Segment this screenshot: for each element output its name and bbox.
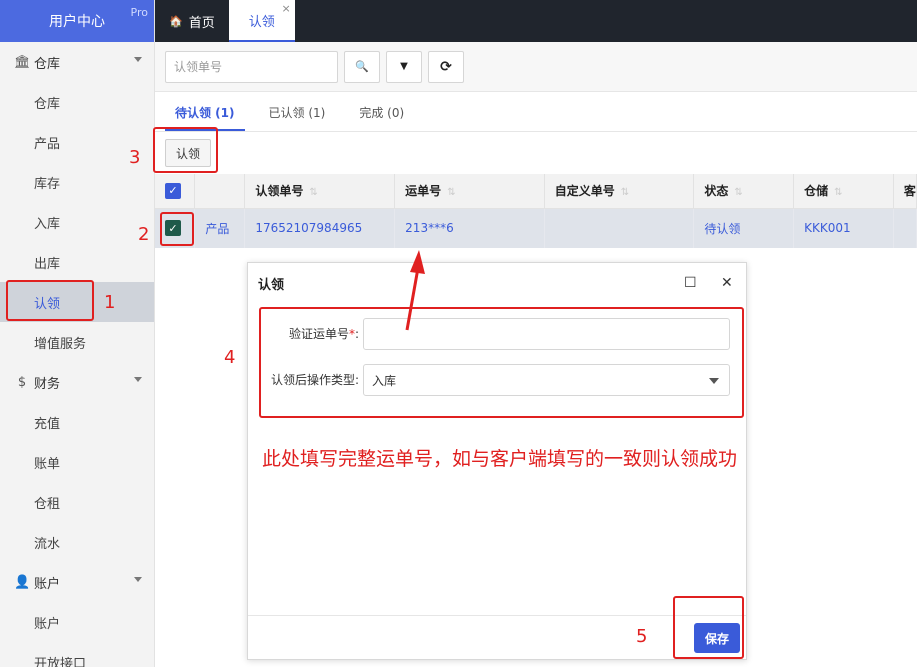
header-custom-no[interactable]: 自定义单号 ⇅	[544, 174, 695, 209]
column-label: 认领单号	[255, 184, 304, 199]
column-label: 自定义单号	[554, 184, 615, 199]
cell-customer	[893, 208, 917, 248]
sort-icon[interactable]: ⇅	[309, 187, 317, 198]
filter-button[interactable]: ▼	[386, 50, 422, 83]
user-icon: 👤	[14, 574, 31, 590]
header-claim-no[interactable]: 认领单号 ⇅	[244, 174, 396, 209]
status-tabs: 待认领 (1) 已认领 (1) 完成 (0)	[155, 92, 917, 132]
annotation-number-2: 2	[138, 224, 150, 245]
sort-icon[interactable]: ⇅	[447, 187, 455, 198]
close-icon[interactable]: ×	[282, 2, 291, 15]
annotation-box-5	[673, 596, 744, 659]
action-row: 认领	[155, 132, 917, 174]
chevron-down-icon	[134, 377, 142, 382]
cell-waybill: 213***6	[394, 208, 545, 248]
sidebar-group-label: 仓库	[34, 56, 61, 72]
table-row[interactable]: ✓ 产品 17652107984965 213***6 待认领 KKK001	[155, 208, 917, 248]
search-icon: 🔍	[355, 60, 369, 73]
chevron-down-icon	[134, 577, 142, 582]
search-input[interactable]: 认领单号	[165, 50, 338, 83]
column-label: 运单号	[405, 184, 442, 199]
filter-icon: ▼	[400, 61, 408, 72]
select-all-cell[interactable]: ✓	[155, 174, 196, 209]
sidebar-item-outbound[interactable]: 出库	[0, 242, 154, 282]
sort-icon[interactable]: ⇅	[621, 187, 629, 198]
sidebar-item-open-api[interactable]: 开放接口	[0, 642, 154, 667]
tab-home[interactable]: 🏠 首页	[155, 0, 229, 42]
cell-custom-no	[544, 208, 695, 248]
bank-icon: 🏛	[14, 54, 31, 70]
tab-claimed[interactable]: 已认领 (1)	[259, 104, 336, 131]
maximize-icon[interactable]: ☐	[684, 275, 697, 291]
claims-table: ✓ 认领单号 ⇅ 运单号 ⇅ 自定义单号 ⇅ 状态 ⇅ 仓储 ⇅ 客 ✓ 产品 17652…	[155, 174, 917, 248]
annotation-box-4	[259, 307, 744, 418]
dialog-header: 认领 ☐ ✕	[248, 263, 746, 303]
sidebar-item-value-added[interactable]: 增值服务	[0, 322, 154, 362]
annotation-number-1: 1	[104, 292, 116, 313]
sort-icon[interactable]: ⇅	[834, 187, 842, 198]
sort-icon[interactable]: ⇅	[734, 187, 742, 198]
header-status[interactable]: 状态 ⇅	[693, 174, 795, 209]
header-customer: 客	[893, 174, 917, 209]
sidebar-item-warehouse[interactable]: 仓库	[0, 82, 154, 122]
sidebar-group-account[interactable]: 👤 账户	[0, 562, 154, 602]
column-label: 状态	[704, 184, 729, 199]
tab-label: 认领	[248, 14, 275, 30]
instruction-note: 此处填写完整运单号，如与客户端填写的一致则认领成功	[262, 448, 738, 470]
cell-warehouse: KKK001	[793, 208, 894, 248]
sidebar-item-inbound[interactable]: 入库	[0, 202, 154, 242]
sidebar-item-recharge[interactable]: 充值	[0, 402, 154, 442]
column-label: 仓储	[804, 184, 829, 199]
sidebar-item-account[interactable]: 账户	[0, 602, 154, 642]
top-tab-bar: 🏠 首页 认领 ×	[155, 0, 917, 42]
cell-type: 产品	[194, 208, 246, 248]
close-icon[interactable]: ✕	[721, 275, 733, 291]
sidebar: 用户中心 Pro 🏛 仓库 仓库 产品 库存 入库 出库 认领 增值服务 $ 财…	[0, 0, 155, 667]
annotation-number-5: 5	[636, 626, 648, 647]
search-toolbar: 认领单号 🔍 ▼ ⟳	[155, 42, 917, 92]
sidebar-group-label: 账户	[34, 576, 61, 592]
sidebar-item-bill[interactable]: 账单	[0, 442, 154, 482]
header-warehouse[interactable]: 仓储 ⇅	[793, 174, 894, 209]
annotation-number-3: 3	[129, 147, 141, 168]
annotation-box-2	[160, 212, 194, 246]
sidebar-group-finance[interactable]: $ 财务	[0, 362, 154, 402]
annotation-number-4: 4	[224, 347, 236, 368]
header-waybill[interactable]: 运单号 ⇅	[394, 174, 545, 209]
cell-status: 待认领	[693, 208, 795, 248]
pro-badge: Pro	[130, 6, 148, 19]
annotation-box-1	[6, 280, 94, 321]
select-all-checkbox[interactable]: ✓	[165, 182, 181, 199]
chevron-down-icon	[134, 57, 142, 62]
sidebar-item-transactions[interactable]: 流水	[0, 522, 154, 562]
column-label: 客	[903, 184, 916, 199]
refresh-icon: ⟳	[440, 58, 452, 75]
sidebar-item-storage-fee[interactable]: 仓租	[0, 482, 154, 522]
home-icon: 🏠	[169, 14, 183, 28]
brand-title: 用户中心	[49, 14, 105, 30]
refresh-button[interactable]: ⟳	[428, 50, 464, 83]
sidebar-group-label: 财务	[34, 376, 61, 392]
sidebar-item-inventory[interactable]: 库存	[0, 162, 154, 202]
annotation-box-3	[153, 127, 218, 173]
brand-header[interactable]: 用户中心 Pro	[0, 0, 154, 42]
header-type	[194, 174, 246, 209]
table-header-row: ✓ 认领单号 ⇅ 运单号 ⇅ 自定义单号 ⇅ 状态 ⇅ 仓储 ⇅ 客	[155, 174, 917, 209]
dialog-title: 认领	[258, 277, 285, 293]
cell-claim-no: 17652107984965	[244, 208, 396, 248]
tab-claim[interactable]: 认领 ×	[228, 0, 295, 42]
tab-complete[interactable]: 完成 (0)	[349, 104, 414, 131]
tab-label: 首页	[188, 15, 215, 31]
sidebar-group-warehouse[interactable]: 🏛 仓库	[0, 42, 154, 82]
dollar-icon: $	[17, 374, 27, 390]
search-button[interactable]: 🔍	[344, 50, 380, 83]
dialog-footer	[248, 615, 746, 659]
